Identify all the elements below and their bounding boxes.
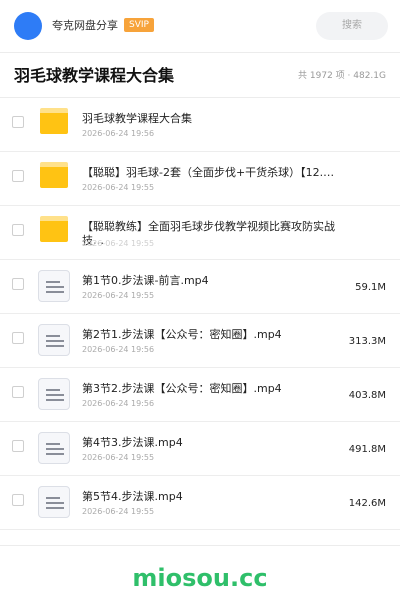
site-watermark: miosou.cc [132, 564, 268, 592]
file-date: 2026-06-24 19:55 [82, 507, 155, 516]
list-item[interactable]: 第4节3.步法课.mp4 2026-06-24 19:55 491.8M [0, 422, 400, 476]
app-header: 夸克网盘分享 SVIP 搜索 [0, 0, 400, 52]
folder-icon [40, 216, 68, 242]
file-date: 2026-06-24 19:55 [82, 239, 155, 248]
video-file-icon [38, 486, 70, 518]
list-item[interactable]: 第2节1.步法课【公众号：密知圈】.mp4 2026-06-24 19:56 3… [0, 314, 400, 368]
file-name: 第3节2.步法课【公众号：密知圈】.mp4 [82, 382, 282, 395]
file-list: 羽毛球教学课程大合集 2026-06-24 19:56 【聪聪】羽毛球-2套（全… [0, 98, 400, 530]
file-name: 第5节4.步法课.mp4 [82, 490, 183, 503]
folder-title-bar: 羽毛球教学课程大合集 共 1972 项 · 482.1G [0, 53, 400, 97]
video-file-icon [38, 270, 70, 302]
file-name: 羽毛球教学课程大合集 [82, 112, 192, 125]
list-item[interactable]: 第5节4.步法课.mp4 2026-06-24 19:55 142.6M [0, 476, 400, 530]
file-size: 403.8M [348, 390, 386, 401]
file-size: 491.8M [348, 444, 386, 455]
video-file-icon [38, 324, 70, 356]
file-date: 2026-06-24 19:55 [82, 291, 155, 300]
avatar[interactable] [14, 12, 42, 40]
file-size: 142.6M [348, 498, 386, 509]
video-file-icon [38, 378, 70, 410]
list-item[interactable]: 第1节0.步法课-前言.mp4 2026-06-24 19:55 59.1M [0, 260, 400, 314]
select-checkbox[interactable] [12, 494, 24, 506]
file-name: 第2节1.步法课【公众号：密知圈】.mp4 [82, 328, 282, 341]
file-date: 2026-06-24 19:55 [82, 453, 155, 462]
file-size: 313.3M [348, 336, 386, 347]
page-title: 羽毛球教学课程大合集 [14, 66, 175, 85]
select-checkbox[interactable] [12, 440, 24, 452]
footer-divider [0, 545, 400, 546]
select-checkbox[interactable] [12, 224, 24, 236]
list-item[interactable]: 第3节2.步法课【公众号：密知圈】.mp4 2026-06-24 19:56 4… [0, 368, 400, 422]
user-name: 夸克网盘分享 [52, 19, 118, 32]
file-date: 2026-06-24 19:56 [82, 345, 155, 354]
list-item[interactable]: 【聪聪教练】全面羽毛球步伐教学视频比赛攻防实战技… 2026-06-24 19:… [0, 206, 400, 260]
list-item[interactable]: 羽毛球教学课程大合集 2026-06-24 19:56 [0, 98, 400, 152]
video-file-icon [38, 432, 70, 464]
select-checkbox[interactable] [12, 386, 24, 398]
file-date: 2026-06-24 19:56 [82, 399, 155, 408]
list-item[interactable]: 【聪聪】羽毛球-2套（全面步伐+干货杀球）【12.… 2026-06-24 19… [0, 152, 400, 206]
file-name: 第1节0.步法课-前言.mp4 [82, 274, 209, 287]
search-input[interactable]: 搜索 [316, 12, 388, 40]
select-checkbox[interactable] [12, 278, 24, 290]
select-checkbox[interactable] [12, 116, 24, 128]
select-checkbox[interactable] [12, 170, 24, 182]
svip-badge: SVIP [124, 18, 154, 32]
select-checkbox[interactable] [12, 332, 24, 344]
folder-icon [40, 108, 68, 134]
file-date: 2026-06-24 19:55 [82, 183, 155, 192]
folder-stats: 共 1972 项 · 482.1G [298, 71, 386, 81]
folder-icon [40, 162, 68, 188]
file-date: 2026-06-24 19:56 [82, 129, 155, 138]
file-name: 【聪聪】羽毛球-2套（全面步伐+干货杀球）【12.… [82, 166, 335, 179]
file-size: 59.1M [355, 282, 386, 293]
file-name: 第4节3.步法课.mp4 [82, 436, 183, 449]
